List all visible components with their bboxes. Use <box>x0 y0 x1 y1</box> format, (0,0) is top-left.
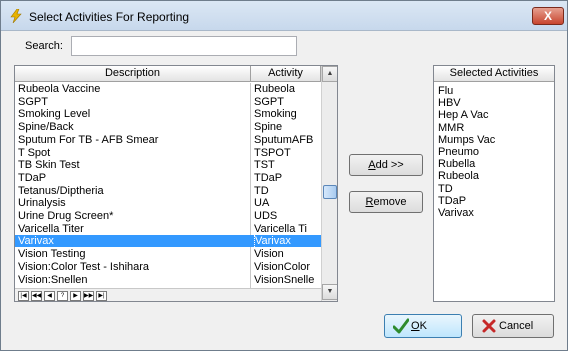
description-cell: Vision:Snellen <box>18 273 88 286</box>
checkmark-icon <box>393 318 409 334</box>
activity-cell: Vision <box>254 248 284 261</box>
table-row[interactable]: Varivax Varivax <box>15 235 321 248</box>
first-record-button[interactable]: |◀ <box>18 291 29 301</box>
search-label: Search: <box>25 40 63 52</box>
description-cell: SGPT <box>18 95 48 108</box>
description-cell: Rubeola Vaccine <box>18 83 101 95</box>
ok-button[interactable]: OK <box>384 314 462 338</box>
activity-cell: UDS <box>254 210 278 222</box>
next-page-button[interactable]: ▶▶ <box>83 291 94 301</box>
list-item[interactable]: TDaP <box>438 195 466 207</box>
activity-cell: SGPT <box>254 95 284 108</box>
grid-body: Rubeola Vaccine Rubeola SGPT SGPT Smoking Le… <box>15 83 321 289</box>
cancel-button[interactable]: Cancel <box>472 314 554 338</box>
scroll-up-button[interactable]: ▲ <box>322 66 337 82</box>
description-cell: Varicella Titer <box>18 222 84 235</box>
table-row[interactable]: Urine Drug Screen* UDS <box>15 210 321 222</box>
prev-page-button[interactable]: ◀◀ <box>31 291 42 301</box>
search-input[interactable] <box>71 36 297 56</box>
selected-activities-header: Selected Activities <box>434 66 554 82</box>
description-cell: Tetanus/Diptheria <box>18 184 104 197</box>
list-item[interactable]: TD <box>438 183 453 195</box>
table-row[interactable]: SGPT SGPT <box>15 96 321 108</box>
list-item[interactable]: Pneumo <box>438 146 479 158</box>
description-cell: TDaP <box>18 171 47 184</box>
grid-scrollbar[interactable]: ▲ ▼ <box>321 66 337 301</box>
table-row[interactable]: Sputum For TB - AFB Smear SputumAFB <box>15 134 321 146</box>
description-cell: T Spot <box>18 146 51 159</box>
select-activities-dialog: Select Activities For Reporting X Search… <box>0 0 568 351</box>
description-cell: Sputum For TB - AFB Smear <box>18 133 159 146</box>
scroll-thumb[interactable] <box>323 185 337 200</box>
scroll-down-button[interactable]: ▼ <box>322 284 337 300</box>
table-row[interactable]: TB Skin Test TST <box>15 159 321 171</box>
table-row[interactable]: Vision:Color Test - Ishihara VisionColor <box>15 261 321 273</box>
remove-button[interactable]: Remove <box>349 191 423 213</box>
list-item[interactable]: MMR <box>438 122 464 134</box>
add-button[interactable]: Add >> <box>349 154 423 176</box>
activity-cell: TD <box>254 184 269 197</box>
table-row[interactable]: Vision Testing Vision <box>15 248 321 260</box>
activity-cell: SputumAFB <box>254 133 314 146</box>
list-item[interactable]: Varivax <box>438 207 474 219</box>
list-item[interactable]: Rubella <box>438 158 475 170</box>
table-row[interactable]: Spine/Back Spine <box>15 121 321 133</box>
activity-cell: TST <box>254 159 275 172</box>
description-cell: Smoking Level <box>18 108 91 121</box>
next-record-button[interactable]: ▶ <box>70 291 81 301</box>
activity-cell: Smoking <box>254 108 297 121</box>
activity-cell: Rubeola <box>254 83 295 95</box>
activity-cell: Varicella Ti <box>254 222 307 235</box>
table-row[interactable]: Vision:Snellen VisionSnelle <box>15 274 321 286</box>
list-item[interactable]: Flu <box>438 85 453 97</box>
activities-grid: Description Activity Rubeola Vaccine Rube… <box>14 65 338 302</box>
close-button[interactable]: X <box>532 7 564 25</box>
table-row[interactable]: T Spot TSPOT <box>15 147 321 159</box>
lightning-icon <box>10 9 22 23</box>
description-cell: Varivax <box>18 235 54 248</box>
close-icon: X <box>543 9 552 23</box>
activity-cell: VisionColor <box>254 260 311 273</box>
table-row[interactable]: Smoking Level Smoking <box>15 108 321 120</box>
table-row[interactable]: Rubeola Vaccine Rubeola <box>15 83 321 95</box>
list-item[interactable]: Mumps Vac <box>438 134 495 146</box>
activity-cell: VisionSnelle <box>254 273 315 286</box>
window-title: Select Activities For Reporting <box>29 10 190 24</box>
activity-cell: UA <box>254 197 270 210</box>
list-item[interactable]: Rubeola <box>438 170 479 182</box>
title-bar[interactable]: Select Activities For Reporting X <box>1 1 567 31</box>
description-cell: Urine Drug Screen* <box>18 210 114 222</box>
activity-cell: Spine <box>254 121 283 134</box>
grid-header: Description Activity <box>15 66 321 82</box>
table-row[interactable]: TDaP TDaP <box>15 172 321 184</box>
record-navigator: |◀ ◀◀ ◀? ▶ ▶▶ ▶| <box>15 288 321 301</box>
table-row[interactable]: Varicella Titer Varicella Ti <box>15 223 321 235</box>
prev-record-button[interactable]: ◀ <box>44 291 55 301</box>
activity-cell: TDaP <box>254 171 283 184</box>
list-item[interactable]: Hep A Vac <box>438 109 489 121</box>
description-cell: Urinalysis <box>18 197 66 210</box>
list-item[interactable]: HBV <box>438 97 461 109</box>
selected-activities-list[interactable]: Selected Activities Flu HBV Hep A Vac MMR Mu… <box>433 65 555 302</box>
activity-cell: TSPOT <box>254 146 291 159</box>
table-row[interactable]: Tetanus/Diptheria TD <box>15 185 321 197</box>
last-record-button[interactable]: ▶| <box>96 291 107 301</box>
cancel-x-icon <box>482 319 496 333</box>
description-cell: Spine/Back <box>18 121 74 134</box>
description-column-header[interactable]: Description <box>15 66 251 82</box>
help-button[interactable]: ? <box>57 291 68 301</box>
activity-column-header[interactable]: Activity <box>251 66 321 82</box>
description-cell: Vision:Color Test - Ishihara <box>18 260 150 273</box>
description-cell: TB Skin Test <box>18 159 80 172</box>
table-row[interactable]: Urinalysis UA <box>15 197 321 209</box>
activity-cell: Varivax <box>254 235 320 248</box>
description-cell: Vision Testing <box>18 248 86 261</box>
